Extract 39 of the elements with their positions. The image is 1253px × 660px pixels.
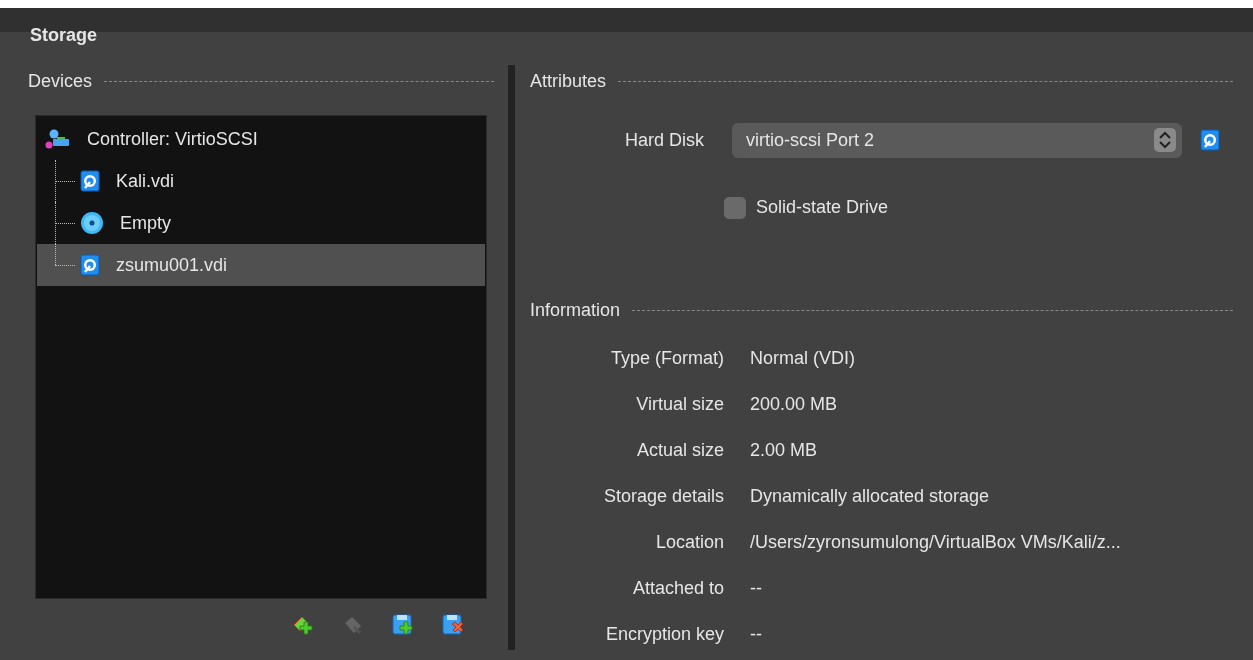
- section-title: Storage: [30, 26, 98, 44]
- disk-remove-icon[interactable]: [441, 613, 465, 637]
- group-title: Devices: [28, 69, 93, 93]
- info-label: Type (Format): [609, 347, 724, 370]
- info-value: --: [750, 577, 762, 600]
- checkbox[interactable]: [724, 196, 746, 219]
- tree-label: Controller: VirtioSCSI: [87, 127, 258, 151]
- tree-item[interactable]: zsumu001.vdi: [37, 244, 485, 286]
- info-value: 200.00 MB: [750, 393, 838, 416]
- info-label: Virtual size: [635, 393, 724, 416]
- controller-icon: [45, 128, 71, 150]
- info-label: Encryption key: [604, 623, 724, 646]
- tree-label: Empty: [120, 211, 171, 235]
- info-value: Dynamically allocated storage: [750, 485, 990, 508]
- info-label: Storage details: [602, 485, 724, 508]
- hard-disk-icon: [80, 254, 100, 276]
- info-label: Actual size: [635, 439, 724, 462]
- hard-disk-icon[interactable]: [1200, 129, 1220, 151]
- checkbox-label: Solid-state Drive: [756, 196, 889, 219]
- field-label: Hard Disk: [624, 128, 705, 152]
- hard-disk-icon: [80, 170, 100, 192]
- info-value: --: [750, 623, 762, 646]
- hard-disk-dropdown[interactable]: virtio-scsi Port 2: [732, 122, 1182, 158]
- splitter-handle[interactable]: [508, 65, 515, 650]
- info-label: Attached to: [631, 577, 724, 600]
- tree-item[interactable]: Empty: [37, 202, 485, 244]
- info-value: 2.00 MB: [750, 439, 818, 462]
- tree-label: Kali.vdi: [116, 169, 175, 193]
- tree-label: zsumu001.vdi: [116, 253, 228, 277]
- stepper-icon: [1154, 128, 1176, 152]
- group-title: Information: [530, 298, 621, 322]
- tree-item[interactable]: Controller: VirtioSCSI: [37, 118, 485, 160]
- info-value: /Users/zyronsumulong/VirtualBox VMs/Kali/z...: [750, 531, 1121, 554]
- disk-add-icon[interactable]: [391, 613, 415, 637]
- tree-item[interactable]: Kali.vdi: [37, 160, 485, 202]
- info-label: Location: [654, 531, 724, 554]
- group-title: Attributes: [530, 69, 607, 93]
- info-value: Normal (VDI): [750, 347, 855, 370]
- optical-disc-icon: [80, 211, 104, 235]
